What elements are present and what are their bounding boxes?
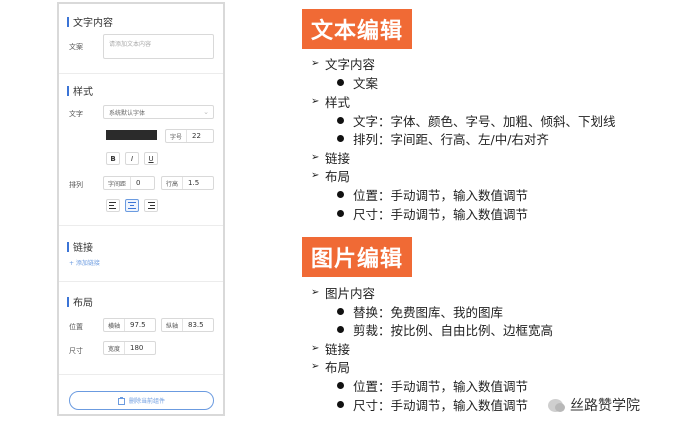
font-color-swatch[interactable] — [106, 130, 157, 140]
line-height-field[interactable]: 行高 1.5 — [161, 176, 214, 190]
list-item: ➢ 图片内容 — [311, 286, 376, 301]
arrow-bullet-icon: ➢ — [311, 170, 320, 181]
arrow-bullet-icon: ➢ — [311, 152, 320, 163]
letter-spacing-field[interactable]: 字间距 0 — [103, 176, 155, 190]
size-label: 尺寸 — [69, 347, 83, 355]
list-item: ➢ 布局 — [311, 360, 351, 375]
section-accent-bar — [67, 16, 69, 27]
list-item: 替换：免费图库、我的图库 — [337, 302, 503, 321]
align-right-icon — [148, 202, 155, 209]
font-size-field[interactable]: 字号 22 — [165, 129, 214, 143]
list-item: 文案 — [337, 73, 378, 92]
section-accent-bar — [67, 296, 69, 307]
section-title-style: 样式 — [67, 83, 93, 98]
section-title-layout: 布局 — [67, 294, 93, 309]
delete-component-button[interactable]: 删除当前组件 — [69, 391, 214, 410]
divider — [59, 73, 223, 74]
image-edit-banner: 图片编辑 — [302, 237, 412, 277]
y-position-field[interactable]: 纵轴 83.5 — [161, 318, 214, 332]
font-select-value: 系统默认字体 — [109, 109, 146, 117]
chevron-down-icon: ⌄ — [203, 108, 209, 116]
font-select[interactable]: 系统默认字体 ⌄ — [103, 105, 214, 119]
section-accent-bar — [67, 85, 69, 96]
letter-spacing-value: 0 — [136, 179, 141, 187]
wenan-placeholder: 请添加文本内容 — [109, 41, 152, 48]
dot-bullet-icon — [337, 326, 344, 333]
width-field[interactable]: 宽度 180 — [103, 341, 156, 355]
brand-watermark: 丝路赞学院 — [548, 395, 640, 415]
divider — [59, 225, 223, 226]
list-item: ➢ 链接 — [311, 342, 351, 357]
list-item: ➢ 文字内容 — [311, 57, 376, 72]
list-item: 尺寸：手动调节，输入数值调节 — [337, 395, 528, 414]
bold-button[interactable]: B — [106, 152, 120, 165]
list-item: 排列：字间距、行高、左/中/右对齐 — [337, 129, 549, 148]
dot-bullet-icon — [337, 191, 344, 198]
section-title-text-content: 文字内容 — [67, 14, 113, 29]
wechat-icon — [548, 398, 565, 412]
section-style-label: 样式 — [73, 87, 93, 98]
font-size-label: 字号 — [166, 130, 188, 142]
layout-label: 排列 — [69, 181, 83, 189]
brand-name: 丝路赞学院 — [570, 398, 640, 414]
x-value: 97.5 — [130, 321, 146, 329]
divider — [59, 374, 223, 375]
letter-spacing-label: 字间距 — [104, 177, 132, 189]
dot-bullet-icon — [337, 401, 344, 408]
list-item: ➢ 布局 — [311, 169, 351, 184]
text-edit-banner: 文本编辑 — [302, 9, 412, 49]
x-position-field[interactable]: 横轴 97.5 — [103, 318, 156, 332]
align-center-button[interactable] — [125, 199, 139, 212]
font-label: 文字 — [69, 110, 83, 118]
list-item: 位置：手动调节，输入数值调节 — [337, 185, 528, 204]
dot-bullet-icon — [337, 308, 344, 315]
dot-bullet-icon — [337, 79, 344, 86]
list-item: ➢ 链接 — [311, 151, 351, 166]
wenan-textarea[interactable]: 请添加文本内容 — [103, 34, 214, 59]
add-link-button[interactable]: + 添加链接 — [69, 258, 100, 267]
dot-bullet-icon — [337, 382, 344, 389]
arrow-bullet-icon: ➢ — [311, 343, 320, 354]
arrow-bullet-icon: ➢ — [311, 287, 320, 298]
y-label: 纵轴 — [162, 319, 184, 331]
dot-bullet-icon — [337, 117, 344, 124]
width-value: 180 — [130, 344, 144, 352]
dot-bullet-icon — [337, 210, 344, 217]
section-layout-label: 布局 — [73, 298, 93, 309]
delete-button-label: 删除当前组件 — [128, 398, 165, 405]
width-label: 宽度 — [104, 342, 126, 354]
list-item: ➢ 样式 — [311, 95, 351, 110]
y-value: 83.5 — [188, 321, 204, 329]
section-link-label: 链接 — [73, 243, 93, 254]
section-accent-bar — [67, 241, 69, 252]
align-left-icon — [109, 202, 116, 209]
list-item: 位置：手动调节，输入数值调节 — [337, 376, 528, 395]
editor-panel: 文字内容 文案 请添加文本内容 样式 文字 系统默认字体 ⌄ 字号 22 B I… — [57, 2, 225, 416]
align-center-icon — [128, 202, 136, 209]
list-item: 尺寸：手动调节，输入数值调节 — [337, 204, 528, 223]
italic-button[interactable]: I — [125, 152, 139, 165]
arrow-bullet-icon: ➢ — [311, 58, 320, 69]
arrow-bullet-icon: ➢ — [311, 96, 320, 107]
wenan-label: 文案 — [69, 43, 83, 51]
underline-button[interactable]: U — [144, 152, 158, 165]
position-label: 位置 — [69, 323, 83, 331]
list-item: 剪裁：按比例、自由比例、边框宽高 — [337, 320, 553, 339]
section-text-label: 文字内容 — [73, 18, 113, 29]
trash-icon — [117, 396, 125, 405]
align-left-button[interactable] — [106, 199, 120, 212]
font-size-value: 22 — [192, 132, 201, 140]
arrow-bullet-icon: ➢ — [311, 361, 320, 372]
x-label: 横轴 — [104, 319, 126, 331]
dot-bullet-icon — [337, 135, 344, 142]
section-title-link: 链接 — [67, 239, 93, 254]
line-height-label: 行高 — [162, 177, 184, 189]
list-item: 文字：字体、颜色、字号、加粗、倾斜、下划线 — [337, 111, 616, 130]
line-height-value: 1.5 — [188, 179, 200, 187]
divider — [59, 281, 223, 282]
align-right-button[interactable] — [144, 199, 158, 212]
